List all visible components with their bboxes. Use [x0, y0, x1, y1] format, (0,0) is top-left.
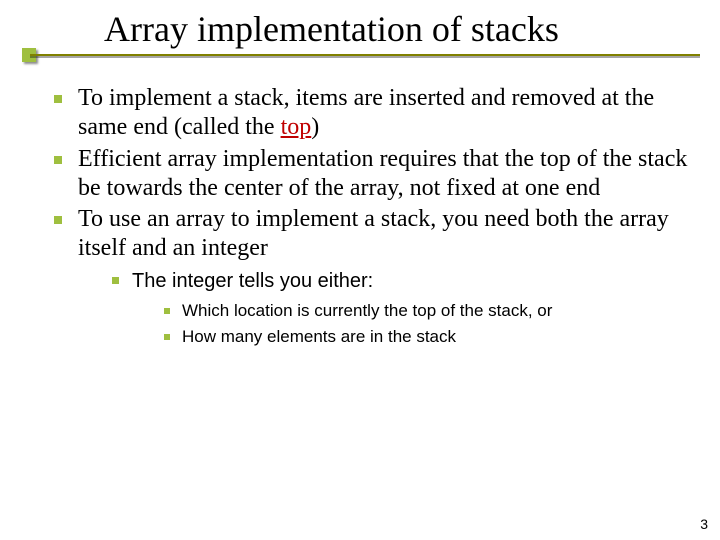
bullet-text: To use an array to implement a stack, yo…: [78, 206, 669, 261]
list-item: The integer tells you either: Which loca…: [108, 268, 690, 350]
bullet-list-level3: Which location is currently the top of t…: [132, 299, 690, 350]
term-top: top: [281, 114, 312, 140]
bullet-text: Which location is currently the top of t…: [182, 301, 552, 320]
bullet-text: ): [311, 114, 319, 140]
slide-title: Array implementation of stacks: [104, 8, 700, 56]
list-item: How many elements are in the stack: [160, 325, 690, 350]
list-item: To use an array to implement a stack, yo…: [48, 205, 690, 350]
bullet-text: Efficient array implementation requires …: [78, 146, 687, 201]
bullet-text: The integer tells you either:: [132, 270, 373, 292]
bullet-text: How many elements are in the stack: [182, 327, 456, 346]
bullet-list-level1: To implement a stack, items are inserted…: [48, 84, 690, 350]
page-number: 3: [700, 516, 708, 532]
slide: Array implementation of stacks To implem…: [0, 0, 720, 540]
list-item: To implement a stack, items are inserted…: [48, 84, 690, 143]
title-container: Array implementation of stacks: [104, 8, 700, 56]
bullet-list-level2: The integer tells you either: Which loca…: [78, 268, 690, 350]
list-item: Which location is currently the top of t…: [160, 299, 690, 324]
body-content: To implement a stack, items are inserted…: [48, 84, 690, 354]
bullet-text: To implement a stack, items are inserted…: [78, 85, 654, 140]
list-item: Efficient array implementation requires …: [48, 145, 690, 204]
